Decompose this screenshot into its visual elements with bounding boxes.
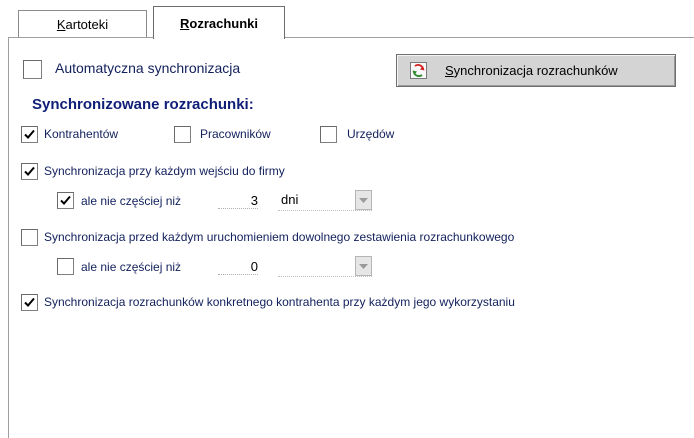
checkmark-icon (60, 195, 71, 205)
sync-on-entry-checkbox[interactable] (21, 163, 38, 180)
sync-on-entry-label: Synchronizacja przy każdym wejściu do fi… (44, 164, 285, 178)
checkmark-icon (24, 129, 35, 139)
tab-rozrachunki-label: Rozrachunki (179, 15, 258, 31)
checkmark-icon (24, 166, 35, 176)
sync-before-report-limit-label: ale nie częściej niż (81, 260, 182, 274)
sync-contractor-label: Synchronizacja rozrachunków konkretnego … (44, 295, 515, 309)
chevron-down-icon (355, 256, 372, 276)
type-contractors-label: Kontrahentów (44, 127, 119, 141)
sync-settlements-button-label: Synchronizacja rozrachunków (445, 63, 618, 78)
sync-before-report-unit-select[interactable] (278, 256, 372, 277)
type-employees-label: Pracowników (200, 127, 271, 141)
sync-contractor-checkbox[interactable] (21, 294, 38, 311)
sync-before-report-label: Synchronizacja przed każdym uruchomienie… (44, 230, 515, 244)
tab-rozrachunki[interactable]: Rozrachunki (153, 6, 285, 39)
type-offices-label: Urzędów (347, 127, 395, 141)
type-employees-checkbox[interactable] (174, 126, 191, 143)
tab-kartoteki-label: Kartoteki (56, 16, 109, 32)
tab-kartoteki[interactable]: Kartoteki (18, 10, 147, 37)
type-contractors-checkbox[interactable] (21, 126, 38, 143)
checkmark-icon (24, 297, 35, 307)
sync-arrows-icon (410, 62, 427, 79)
sync-on-entry-limit-checkbox[interactable] (57, 192, 74, 209)
sync-before-report-checkbox[interactable] (21, 229, 38, 246)
sync-on-entry-unit-select[interactable]: dni (278, 190, 372, 211)
sync-on-entry-unit-value: dni (281, 192, 299, 207)
chevron-down-icon (355, 190, 372, 210)
sync-settlements-button[interactable]: Synchronizacja rozrachunków (396, 54, 676, 87)
type-offices-checkbox[interactable] (320, 126, 337, 143)
auto-sync-label: Automatyczna synchronizacja (55, 60, 241, 76)
section-title: Synchronizowane rozrachunki: (32, 96, 254, 113)
sync-before-report-limit-checkbox[interactable] (57, 258, 74, 275)
sync-before-report-days-input[interactable]: 0 (218, 259, 258, 275)
sync-on-entry-days-input[interactable]: 3 (218, 193, 258, 209)
auto-sync-checkbox[interactable] (23, 60, 42, 79)
sync-on-entry-limit-label: ale nie częściej niż (81, 194, 182, 208)
